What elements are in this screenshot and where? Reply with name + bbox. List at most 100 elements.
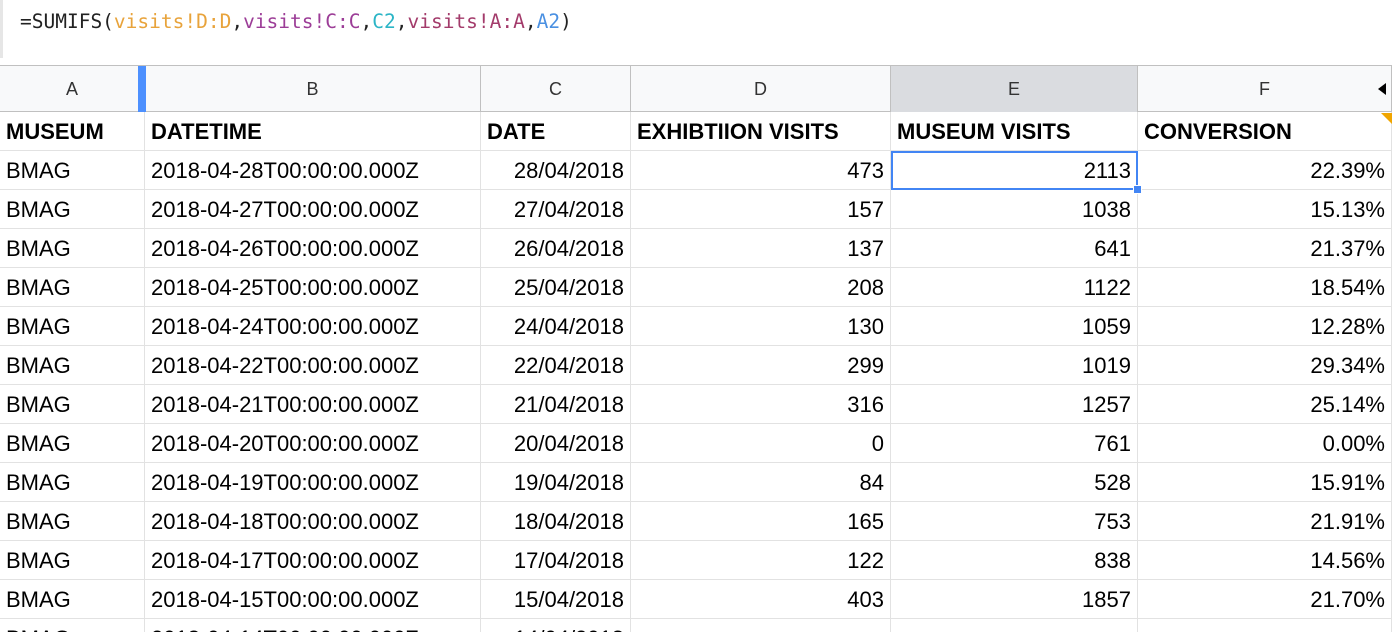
table-cell[interactable]: 15.91% xyxy=(1138,463,1392,502)
table-cell[interactable]: 2018-04-20T00:00:00.000Z xyxy=(145,424,481,463)
table-cell[interactable]: BMAG xyxy=(0,502,145,541)
formula-input[interactable]: =SUMIFS(visits!D:D,visits!C:C,C2,visits!… xyxy=(20,9,572,35)
table-cell[interactable]: 15/04/2018 xyxy=(481,580,631,619)
table-cell[interactable]: 27/04/2018 xyxy=(481,190,631,229)
column-header-e[interactable]: E xyxy=(891,66,1138,112)
table-row: BMAG 2018-04-15T00:00:00.000Z 15/04/2018 40… xyxy=(0,580,1392,619)
table-cell[interactable]: 838 xyxy=(891,541,1138,580)
table-cell[interactable]: 2018-04-28T00:00:00.000Z xyxy=(145,151,481,190)
table-cell[interactable]: 24/04/2018 xyxy=(481,307,631,346)
table-cell[interactable]: 21/04/2018 xyxy=(481,385,631,424)
table-cell[interactable]: 0 xyxy=(631,424,891,463)
header-cell[interactable]: DATETIME xyxy=(145,112,481,151)
table-cell[interactable]: BMAG xyxy=(0,580,145,619)
table-cell[interactable]: 299 xyxy=(631,346,891,385)
table-cell[interactable]: 2018-04-15T00:00:00.000Z xyxy=(145,580,481,619)
table-cell[interactable]: 29.34% xyxy=(1138,346,1392,385)
formula-token: visits!D:D xyxy=(113,10,232,33)
column-header-c[interactable]: C xyxy=(481,66,631,112)
table-cell[interactable]: 2018-04-26T00:00:00.000Z xyxy=(145,229,481,268)
table-cell[interactable]: 165 xyxy=(631,502,891,541)
table-cell[interactable]: 22.39% xyxy=(1138,151,1392,190)
table-cell[interactable]: 2018-04-14T00:00:00.000Z xyxy=(145,619,481,632)
table-cell[interactable]: 1019 xyxy=(891,346,1138,385)
table-cell[interactable]: 1059 xyxy=(891,307,1138,346)
table-cell[interactable]: BMAG xyxy=(0,424,145,463)
table-cell[interactable]: BMAG xyxy=(0,346,145,385)
table-cell[interactable]: 19/04/2018 xyxy=(481,463,631,502)
column-header-f[interactable]: F xyxy=(1138,66,1392,112)
freeze-column-handle[interactable] xyxy=(138,66,146,112)
fill-handle[interactable] xyxy=(1133,185,1142,194)
table-cell[interactable]: 17/04/2018 xyxy=(481,541,631,580)
table-cell[interactable]: BMAG xyxy=(0,151,145,190)
column-header-b[interactable]: B xyxy=(145,66,481,112)
table-cell[interactable]: 21.37% xyxy=(1138,229,1392,268)
header-cell[interactable]: DATE xyxy=(481,112,631,151)
table-cell[interactable]: 761 xyxy=(891,424,1138,463)
table-row: BMAG 2018-04-22T00:00:00.000Z 22/04/2018 29… xyxy=(0,346,1392,385)
table-cell[interactable]: 641 xyxy=(891,229,1138,268)
table-cell[interactable]: 528 xyxy=(891,463,1138,502)
table-cell[interactable]: 2018-04-21T00:00:00.000Z xyxy=(145,385,481,424)
table-cell[interactable]: 122 xyxy=(631,541,891,580)
table-cell[interactable]: 2018-04-25T00:00:00.000Z xyxy=(145,268,481,307)
table-cell[interactable]: BMAG xyxy=(0,385,145,424)
table-cell[interactable]: BMAG xyxy=(0,463,145,502)
table-cell[interactable]: 473 xyxy=(631,151,891,190)
table-cell[interactable]: 21.70% xyxy=(1138,580,1392,619)
table-cell[interactable]: 18/04/2018 xyxy=(481,502,631,541)
column-header-a[interactable]: A xyxy=(0,66,145,112)
table-cell[interactable]: 14.56% xyxy=(1138,541,1392,580)
table-cell[interactable] xyxy=(891,619,1138,632)
table-cell[interactable]: 20/04/2018 xyxy=(481,424,631,463)
table-cell[interactable]: 14/04/2018 xyxy=(481,619,631,632)
table-cell[interactable]: 2018-04-24T00:00:00.000Z xyxy=(145,307,481,346)
table-cell[interactable] xyxy=(631,619,891,632)
table-cell[interactable]: 2018-04-18T00:00:00.000Z xyxy=(145,502,481,541)
table-cell[interactable]: BMAG xyxy=(0,268,145,307)
table-cell[interactable]: 208 xyxy=(631,268,891,307)
table-cell[interactable]: BMAG xyxy=(0,229,145,268)
column-header-d[interactable]: D xyxy=(631,66,891,112)
table-cell[interactable]: 2113 xyxy=(891,151,1138,190)
table-cell[interactable]: 84 xyxy=(631,463,891,502)
table-cell[interactable]: 403 xyxy=(631,580,891,619)
table-cell[interactable]: 753 xyxy=(891,502,1138,541)
table-cell[interactable]: 21.91% xyxy=(1138,502,1392,541)
table-cell[interactable]: 2018-04-27T00:00:00.000Z xyxy=(145,190,481,229)
table-cell[interactable]: 0.00% xyxy=(1138,424,1392,463)
header-cell[interactable]: EXHIBTIION VISITS xyxy=(631,112,891,151)
table-cell[interactable]: 157 xyxy=(631,190,891,229)
table-cell[interactable]: 25/04/2018 xyxy=(481,268,631,307)
table-row: BMAG 2018-04-19T00:00:00.000Z 19/04/2018 84… xyxy=(0,463,1392,502)
table-cell[interactable]: 12.28% xyxy=(1138,307,1392,346)
table-cell[interactable]: 1122 xyxy=(891,268,1138,307)
table-cell[interactable]: BMAG xyxy=(0,190,145,229)
table-cell[interactable] xyxy=(1138,619,1392,632)
formula-bar[interactable]: =SUMIFS(visits!D:D,visits!C:C,C2,visits!… xyxy=(0,0,1392,66)
table-cell[interactable]: 137 xyxy=(631,229,891,268)
table-cell[interactable]: 1257 xyxy=(891,385,1138,424)
scroll-left-arrow-icon[interactable] xyxy=(1378,83,1386,95)
header-cell[interactable]: MUSEUM xyxy=(0,112,145,151)
table-cell[interactable]: 25.14% xyxy=(1138,385,1392,424)
table-cell[interactable]: 15.13% xyxy=(1138,190,1392,229)
table-cell[interactable]: 1038 xyxy=(891,190,1138,229)
table-cell[interactable]: BMAG xyxy=(0,541,145,580)
table-cell[interactable]: 22/04/2018 xyxy=(481,346,631,385)
table-cell[interactable]: 2018-04-19T00:00:00.000Z xyxy=(145,463,481,502)
header-cell[interactable]: MUSEUM VISITS xyxy=(891,112,1138,151)
table-cell[interactable]: 130 xyxy=(631,307,891,346)
table-cell[interactable]: 2018-04-17T00:00:00.000Z xyxy=(145,541,481,580)
table-cell[interactable]: 316 xyxy=(631,385,891,424)
table-cell[interactable]: 18.54% xyxy=(1138,268,1392,307)
header-cell[interactable]: CONVERSION xyxy=(1138,112,1392,151)
table-cell[interactable]: BMAG xyxy=(0,307,145,346)
table-cell[interactable]: 26/04/2018 xyxy=(481,229,631,268)
column-header-row: ABCDEF xyxy=(0,66,1392,112)
table-cell[interactable]: BMAG xyxy=(0,619,145,632)
table-cell[interactable]: 2018-04-22T00:00:00.000Z xyxy=(145,346,481,385)
table-cell[interactable]: 28/04/2018 xyxy=(481,151,631,190)
table-cell[interactable]: 1857 xyxy=(891,580,1138,619)
